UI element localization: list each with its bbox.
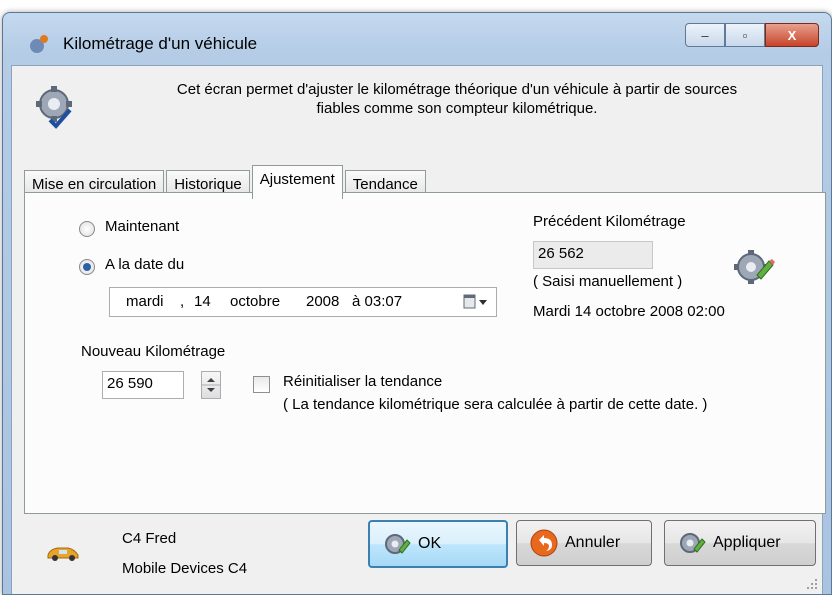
gear-pencil-icon: [385, 534, 411, 554]
new-mileage-label: Nouveau Kilométrage: [81, 343, 226, 360]
tab-ajustement[interactable]: Ajustement: [251, 165, 343, 199]
window-title: Kilométrage d'un véhicule: [63, 34, 258, 53]
title-bar[interactable]: Kilométrage d'un véhicule – ▫ X: [3, 13, 831, 63]
reset-trend-label[interactable]: Réinitialiser la tendance: [283, 373, 442, 390]
radio-date-label[interactable]: A la date du: [105, 256, 184, 273]
date-picker[interactable]: mardi , 14 octobre 2008 à 03:07: [109, 287, 497, 317]
previous-mileage-box: 26 562: [533, 241, 653, 269]
app-icon: [30, 35, 48, 53]
dialog-client-area: Cet écran permet d'ajuster le kilométrag…: [11, 65, 826, 594]
date-weekday[interactable]: mardi: [126, 293, 164, 310]
stepper-arrows-icon[interactable]: [202, 372, 220, 398]
gear-check-icon: [36, 86, 72, 129]
new-mileage-value[interactable]: 26 590: [107, 375, 153, 392]
gear-pencil-icon: [680, 533, 706, 553]
main-window: Kilométrage d'un véhicule – ▫ X Cet écra…: [2, 12, 832, 595]
maximize-button[interactable]: ▫: [725, 23, 765, 47]
cancel-button-label[interactable]: Annuler: [565, 534, 620, 552]
vehicle-device: Mobile Devices C4: [122, 560, 248, 577]
mileage-stepper[interactable]: [201, 371, 221, 399]
ok-button-label[interactable]: OK: [418, 535, 441, 553]
cancel-button[interactable]: Annuler: [516, 520, 652, 566]
car-icon: [47, 547, 79, 561]
previous-mileage-date: Mardi 14 octobre 2008 02:00: [533, 303, 725, 320]
radio-now[interactable]: [79, 221, 95, 237]
adjustment-panel: Maintenant A la date du mardi , 14 octob…: [24, 192, 826, 514]
radio-date[interactable]: [79, 259, 95, 275]
date-month[interactable]: octobre: [230, 293, 280, 310]
resize-grip-icon[interactable]: [805, 577, 819, 591]
date-day[interactable]: 14: [194, 293, 211, 310]
date-year[interactable]: 2008: [306, 293, 339, 310]
gear-pencil-icon[interactable]: [731, 245, 775, 289]
description-line-2: fiables comme son compteur kilométrique.: [316, 100, 598, 117]
new-mileage-input[interactable]: 26 590: [102, 371, 184, 399]
description-text: Cet écran permet d'ajuster le kilométrag…: [102, 80, 812, 118]
close-button[interactable]: X: [765, 23, 819, 47]
reset-trend-note: ( La tendance kilométrique sera calculée…: [283, 396, 708, 413]
previous-mileage-label: Précédent Kilométrage: [533, 213, 686, 230]
vehicle-name: C4 Fred: [122, 530, 177, 547]
minimize-button[interactable]: –: [685, 23, 725, 47]
ok-button[interactable]: OK: [368, 520, 508, 568]
previous-mileage-value: 26 562: [538, 245, 584, 262]
reset-trend-checkbox[interactable]: [253, 376, 270, 393]
calendar-dropdown-icon[interactable]: [462, 293, 490, 311]
previous-mileage-source: ( Saisi manuellement ): [533, 273, 683, 290]
cancel-arrow-icon: [530, 529, 558, 557]
date-time[interactable]: à 03:07: [352, 293, 402, 310]
date-separator: ,: [180, 293, 185, 310]
apply-button[interactable]: Appliquer: [664, 520, 816, 566]
radio-now-label[interactable]: Maintenant: [105, 218, 179, 235]
description-line-1: Cet écran permet d'ajuster le kilométrag…: [176, 81, 738, 98]
apply-button-label[interactable]: Appliquer: [713, 534, 781, 552]
